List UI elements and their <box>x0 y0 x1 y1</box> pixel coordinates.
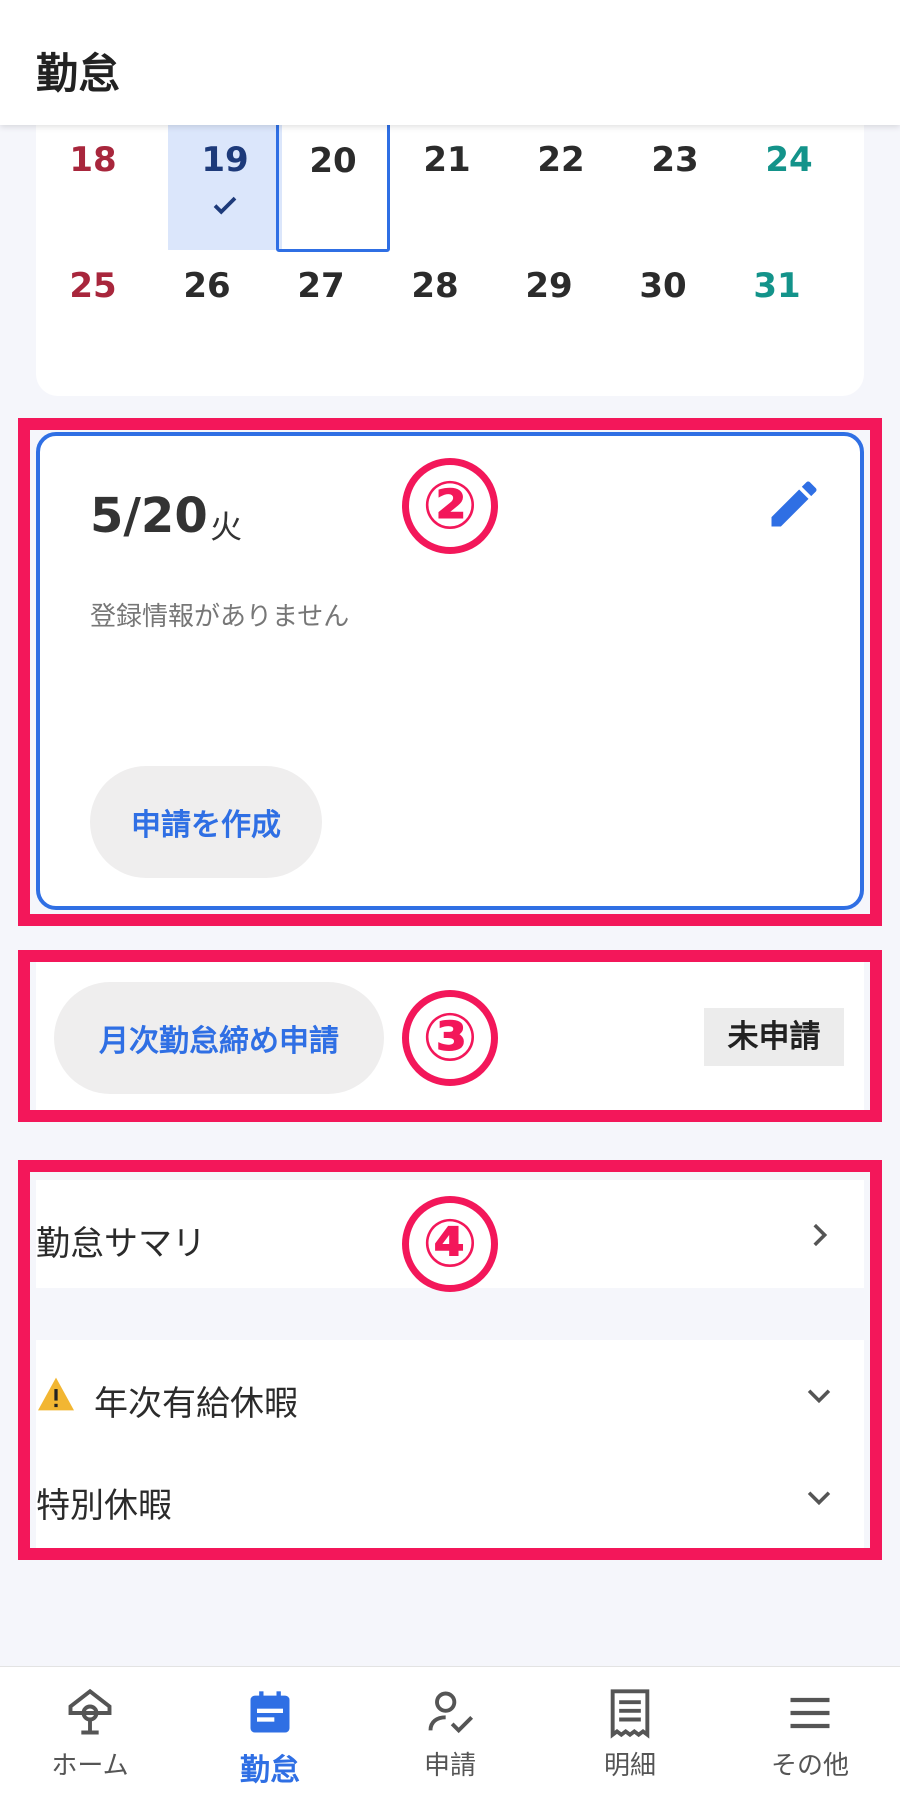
calendar-day[interactable]: 29 <box>492 252 606 376</box>
list-item-label: 勤怠サマリ <box>36 1224 206 1264</box>
statement-icon <box>610 1689 650 1739</box>
create-request-button[interactable]: 申請を作成 <box>90 766 322 878</box>
special-leave-item[interactable]: 特別休暇 <box>36 1448 864 1548</box>
pencil-icon <box>771 481 817 527</box>
calendar-day[interactable]: 26 <box>150 252 264 376</box>
bottom-navigation: ホーム 勤怠 申請 明細 その他 <box>0 1666 900 1806</box>
warning-icon <box>38 1377 74 1411</box>
nav-attendance[interactable]: 勤怠 <box>180 1667 360 1806</box>
calendar: 18 19 20 21 22 23 24 25 26 27 28 29 30 3… <box>36 100 864 396</box>
app-header: 勤怠 <box>0 0 900 125</box>
calendar-day[interactable]: 21 <box>390 126 504 250</box>
day-weekday: 火 <box>210 508 243 546</box>
day-date: 5/20 <box>90 488 208 544</box>
status-badge: 未申請 <box>704 1008 844 1066</box>
list-item-label: 年次有給休暇 <box>94 1384 298 1424</box>
calendar-icon <box>250 1691 290 1733</box>
calendar-day[interactable]: 25 <box>36 252 150 376</box>
nav-requests[interactable]: 申請 <box>360 1667 540 1806</box>
chevron-down-icon <box>807 1389 831 1404</box>
empty-message: 登録情報がありません <box>90 602 350 632</box>
calendar-week: 25 26 27 28 29 30 31 <box>36 252 864 376</box>
request-icon <box>428 1691 474 1734</box>
page-title: 勤怠 <box>36 49 121 98</box>
calendar-day[interactable]: 27 <box>264 252 378 376</box>
annotation-number: ③ <box>402 990 498 1086</box>
calendar-day[interactable]: 22 <box>504 126 618 250</box>
edit-button[interactable] <box>764 474 824 534</box>
nav-statements[interactable]: 明細 <box>540 1667 720 1806</box>
calendar-day[interactable]: 28 <box>378 252 492 376</box>
calendar-week: 18 19 20 21 22 23 24 <box>36 100 864 252</box>
annotation-number: ② <box>402 458 498 554</box>
home-icon <box>68 1688 112 1735</box>
nav-other[interactable]: その他 <box>720 1667 900 1806</box>
chevron-right-icon <box>813 1223 828 1247</box>
list-item-label: 特別休暇 <box>36 1486 172 1526</box>
calendar-day[interactable]: 24 <box>732 126 846 250</box>
annotation-number: ④ <box>402 1196 498 1292</box>
calendar-day[interactable]: 18 <box>36 126 150 250</box>
monthly-closing-button[interactable]: 月次勤怠締め申請 <box>54 982 384 1094</box>
check-icon <box>213 196 237 215</box>
chevron-down-icon <box>807 1491 831 1506</box>
calendar-day[interactable]: 23 <box>618 126 732 250</box>
annual-leave-item[interactable]: 年次有給休暇 <box>36 1340 864 1448</box>
calendar-day[interactable]: 30 <box>606 252 720 376</box>
menu-icon <box>790 1697 830 1729</box>
calendar-day[interactable]: 31 <box>720 252 834 376</box>
nav-home[interactable]: ホーム <box>0 1667 180 1806</box>
